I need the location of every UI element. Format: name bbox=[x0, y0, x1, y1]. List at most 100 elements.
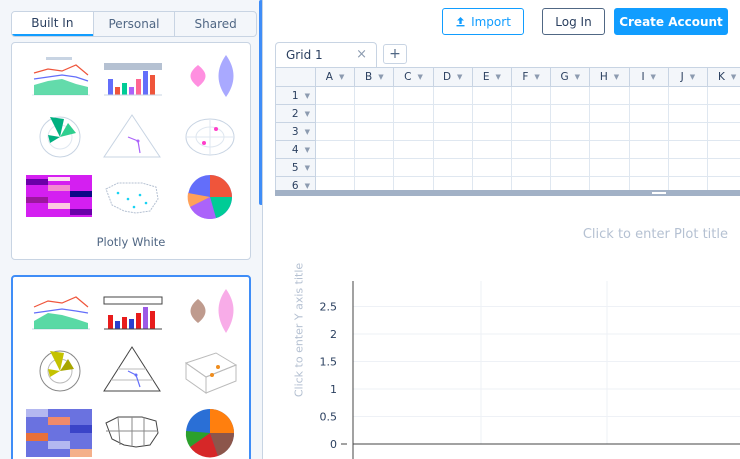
dropdown-arrow-icon[interactable]: ▼ bbox=[378, 73, 383, 81]
grid-cell[interactable] bbox=[551, 105, 591, 123]
grid-cell[interactable] bbox=[708, 159, 740, 177]
grid-cell[interactable] bbox=[433, 105, 473, 123]
dropdown-arrow-icon[interactable]: ▼ bbox=[305, 164, 310, 172]
create-account-button[interactable]: Create Account bbox=[614, 8, 728, 35]
dropdown-arrow-icon[interactable]: ▼ bbox=[575, 73, 580, 81]
grid-cell[interactable] bbox=[394, 141, 434, 159]
grid-cell[interactable] bbox=[668, 159, 708, 177]
grid-cell[interactable] bbox=[512, 177, 552, 190]
grid-cell[interactable] bbox=[590, 141, 630, 159]
grid-cell[interactable] bbox=[512, 123, 552, 141]
row-header-4[interactable]: 4 ▼ bbox=[276, 141, 316, 159]
row-header-1[interactable]: 1 ▼ bbox=[276, 87, 316, 105]
grid-cell[interactable] bbox=[668, 123, 708, 141]
grid-cell[interactable] bbox=[433, 123, 473, 141]
grid-cell[interactable] bbox=[708, 177, 740, 190]
column-header-k[interactable]: K ▼ bbox=[708, 68, 740, 87]
theme-card-selected[interactable] bbox=[11, 275, 251, 459]
tab-personal[interactable]: Personal bbox=[92, 12, 175, 36]
dropdown-arrow-icon[interactable]: ▼ bbox=[305, 92, 310, 100]
login-button[interactable]: Log In bbox=[542, 8, 605, 35]
grid-cell[interactable] bbox=[355, 159, 395, 177]
column-header-f[interactable]: F ▼ bbox=[512, 68, 552, 87]
grid-cell[interactable] bbox=[316, 177, 356, 190]
grid-cell[interactable] bbox=[629, 105, 669, 123]
grid-cell[interactable] bbox=[668, 105, 708, 123]
grid-cell[interactable] bbox=[433, 159, 473, 177]
grid-cell[interactable] bbox=[629, 141, 669, 159]
column-header-i[interactable]: I ▼ bbox=[629, 68, 669, 87]
grid-cell[interactable] bbox=[316, 123, 356, 141]
column-header-e[interactable]: E ▼ bbox=[472, 68, 512, 87]
grid-cell[interactable] bbox=[472, 141, 512, 159]
grid-cell[interactable] bbox=[629, 87, 669, 105]
grid-cell[interactable] bbox=[551, 87, 591, 105]
grid-cell[interactable] bbox=[551, 141, 591, 159]
grid-cell[interactable] bbox=[472, 87, 512, 105]
grid-cell[interactable] bbox=[668, 141, 708, 159]
grid-cell[interactable] bbox=[668, 87, 708, 105]
grid-cell[interactable] bbox=[316, 159, 356, 177]
grid-cell[interactable] bbox=[316, 141, 356, 159]
grid-cell[interactable] bbox=[708, 141, 740, 159]
grid-cell[interactable] bbox=[590, 177, 630, 190]
column-header-d[interactable]: D ▼ bbox=[433, 68, 473, 87]
import-button[interactable]: Import bbox=[442, 8, 524, 35]
grid-cell[interactable] bbox=[355, 87, 395, 105]
plot-canvas[interactable]: 2.5 2 1.5 1 0.5 0 bbox=[263, 196, 740, 459]
column-header-c[interactable]: C ▼ bbox=[394, 68, 434, 87]
grid-cell[interactable] bbox=[708, 105, 740, 123]
theme-card-plotly-white[interactable]: Plotly White bbox=[11, 42, 251, 260]
grid-cell[interactable] bbox=[355, 123, 395, 141]
grid-cell[interactable] bbox=[434, 177, 473, 190]
dropdown-arrow-icon[interactable]: ▼ bbox=[457, 73, 462, 81]
tab-grid-1[interactable]: Grid 1 × bbox=[275, 42, 377, 68]
dropdown-arrow-icon[interactable]: ▼ bbox=[305, 146, 310, 154]
column-header-j[interactable]: J ▼ bbox=[668, 68, 708, 87]
grid-cell[interactable] bbox=[512, 105, 552, 123]
grid-cell[interactable] bbox=[472, 159, 512, 177]
grid-cell[interactable] bbox=[316, 87, 356, 105]
grid-cell[interactable] bbox=[708, 123, 740, 141]
dropdown-arrow-icon[interactable]: ▼ bbox=[339, 73, 344, 81]
column-header-a[interactable]: A ▼ bbox=[316, 68, 356, 87]
grid-cell[interactable] bbox=[630, 177, 669, 190]
row-header-5[interactable]: 5 ▼ bbox=[276, 159, 316, 177]
grid-cell[interactable] bbox=[590, 159, 630, 177]
grid-cell[interactable] bbox=[355, 177, 395, 190]
grid-cell[interactable] bbox=[669, 177, 708, 190]
dropdown-arrow-icon[interactable]: ▼ bbox=[534, 73, 539, 81]
grid-cell[interactable] bbox=[472, 123, 512, 141]
grid-cell[interactable] bbox=[394, 159, 434, 177]
grid-cell[interactable] bbox=[355, 105, 395, 123]
grid-cell[interactable] bbox=[590, 105, 630, 123]
grid-cell[interactable] bbox=[394, 105, 434, 123]
grid-cell[interactable] bbox=[512, 141, 552, 159]
grid-cell[interactable] bbox=[394, 177, 434, 190]
grid-cell[interactable] bbox=[551, 159, 591, 177]
grid-cell[interactable] bbox=[394, 123, 434, 141]
dropdown-arrow-icon[interactable]: ▼ bbox=[305, 182, 310, 190]
grid-cell[interactable] bbox=[433, 87, 473, 105]
column-header-g[interactable]: G ▼ bbox=[551, 68, 591, 87]
tab-built-in[interactable]: Built In bbox=[12, 12, 93, 36]
row-header-3[interactable]: 3 ▼ bbox=[276, 123, 316, 141]
grid-cell[interactable] bbox=[590, 123, 630, 141]
grid-cell[interactable] bbox=[708, 87, 740, 105]
tab-shared[interactable]: Shared bbox=[174, 12, 256, 36]
column-header-b[interactable]: B ▼ bbox=[355, 68, 395, 87]
row-header-6[interactable]: 6 ▼ bbox=[276, 177, 316, 190]
grid-cell[interactable] bbox=[394, 87, 434, 105]
grid-cell[interactable] bbox=[512, 159, 552, 177]
column-header-h[interactable]: H ▼ bbox=[590, 68, 630, 87]
grid-cell[interactable] bbox=[316, 105, 356, 123]
grid-cell[interactable] bbox=[551, 177, 591, 190]
add-grid-button[interactable]: + bbox=[383, 44, 407, 64]
dropdown-arrow-icon[interactable]: ▼ bbox=[614, 73, 619, 81]
dropdown-arrow-icon[interactable]: ▼ bbox=[496, 73, 501, 81]
dropdown-arrow-icon[interactable]: ▼ bbox=[731, 73, 736, 81]
grid-cell[interactable] bbox=[629, 123, 669, 141]
grid-cell[interactable] bbox=[472, 105, 512, 123]
grid-cell[interactable] bbox=[512, 87, 552, 105]
grid-cell[interactable] bbox=[629, 159, 669, 177]
